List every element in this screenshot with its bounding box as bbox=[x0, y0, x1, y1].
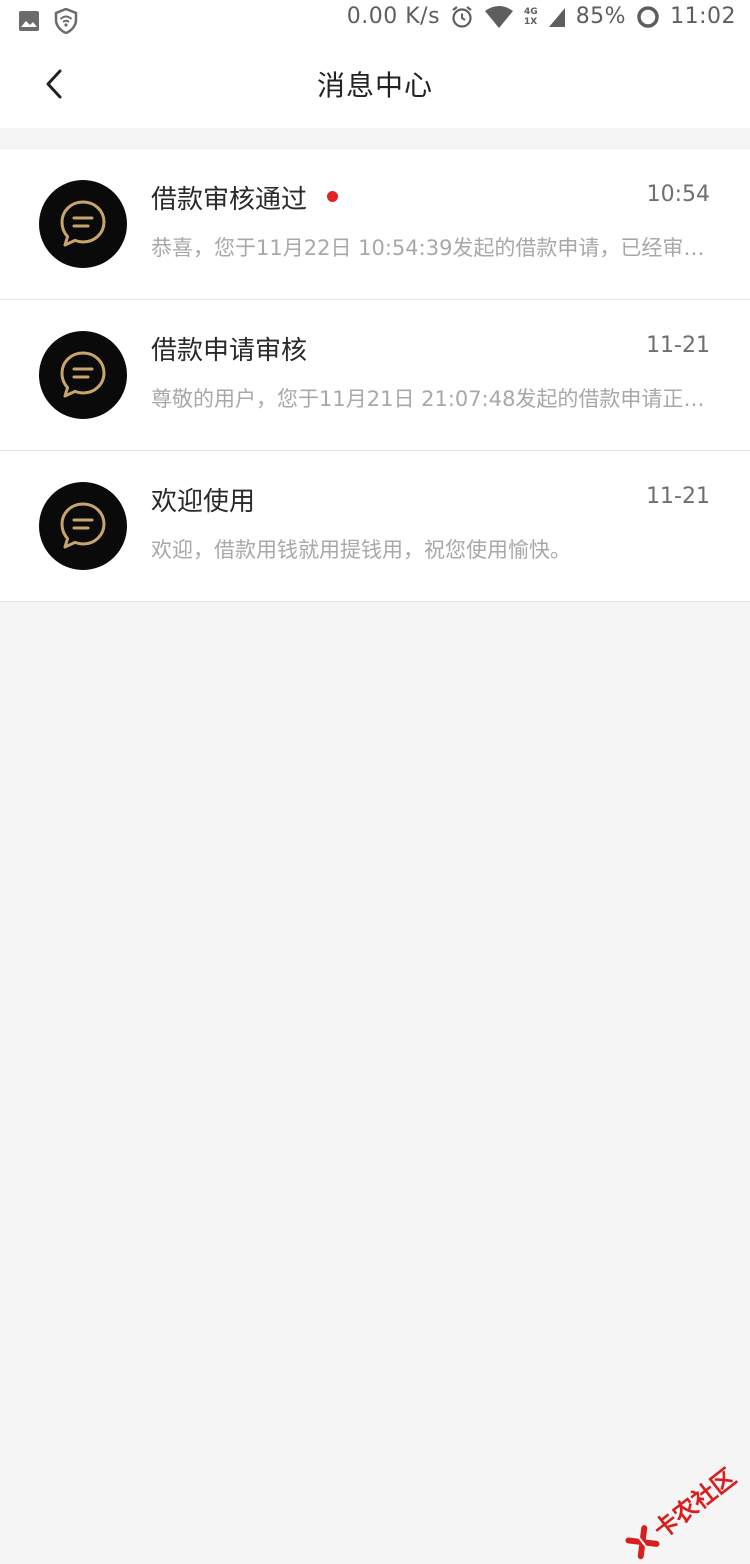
message-title-text: 借款审核通过 bbox=[151, 185, 308, 215]
message-list: 借款审核通过 10:54 恭喜，您于11月22日 10:54:39发起的借款申请… bbox=[0, 148, 750, 602]
watermark: 卡农社区 bbox=[621, 1458, 742, 1563]
gallery-notification-icon bbox=[19, 11, 39, 31]
message-title-text: 借款申请审核 bbox=[151, 336, 308, 366]
chat-bubble-icon bbox=[60, 502, 106, 549]
message-time: 11-21 bbox=[646, 484, 710, 509]
battery-percent: 85% bbox=[575, 4, 627, 29]
message-avatar bbox=[39, 331, 127, 419]
message-title: 欢迎使用 bbox=[151, 481, 255, 518]
network-type-top: 4G bbox=[524, 6, 538, 17]
shield-wifi-icon bbox=[54, 8, 78, 34]
message-title: 借款申请审核 bbox=[151, 330, 307, 367]
message-item[interactable]: 借款申请审核 11-21 尊敬的用户，您于11月21日 21:07:48发起的借… bbox=[0, 300, 750, 451]
message-item[interactable]: 借款审核通过 10:54 恭喜，您于11月22日 10:54:39发起的借款申请… bbox=[0, 149, 750, 300]
page-title: 消息中心 bbox=[316, 69, 433, 102]
network-type-bottom: 1X bbox=[524, 16, 538, 27]
nav-bar: 消息中心 bbox=[0, 40, 750, 128]
message-item[interactable]: 欢迎使用 11-21 欢迎，借款用钱就用提钱用，祝您使用愉快。 bbox=[0, 451, 750, 602]
message-preview: 欢迎，借款用钱就用提钱用，祝您使用愉快。 bbox=[151, 538, 571, 562]
message-preview: 尊敬的用户，您于11月21日 21:07:48发起的借款申请正在审核中 bbox=[151, 387, 711, 411]
message-preview: 恭喜，您于11月22日 10:54:39发起的借款申请，已经审核通过 bbox=[151, 236, 711, 260]
watermark-text: 卡农社区 bbox=[648, 1463, 742, 1545]
alarm-icon bbox=[452, 5, 472, 28]
message-avatar bbox=[39, 180, 127, 268]
status-bar: 0.00 K/s 4G 1X 85% 11:02 bbox=[0, 0, 750, 40]
cell-signal-icon bbox=[548, 7, 565, 27]
status-left bbox=[18, 8, 78, 34]
message-time: 11-21 bbox=[646, 333, 710, 358]
status-time: 11:02 bbox=[670, 4, 736, 29]
message-title: 借款审核通过 bbox=[151, 179, 339, 216]
wifi-icon bbox=[485, 5, 514, 28]
network-type: 4G 1X bbox=[524, 7, 538, 27]
unread-dot bbox=[327, 191, 339, 202]
message-time: 10:54 bbox=[646, 182, 710, 207]
message-avatar bbox=[39, 482, 127, 570]
net-speed: 0.00 K/s bbox=[346, 4, 441, 29]
status-right: 0.00 K/s 4G 1X 85% 11:02 bbox=[347, 4, 736, 29]
chat-bubble-icon bbox=[60, 200, 106, 247]
battery-ring-icon bbox=[637, 5, 659, 28]
chat-bubble-icon bbox=[60, 351, 106, 398]
message-title-text: 欢迎使用 bbox=[151, 487, 256, 517]
